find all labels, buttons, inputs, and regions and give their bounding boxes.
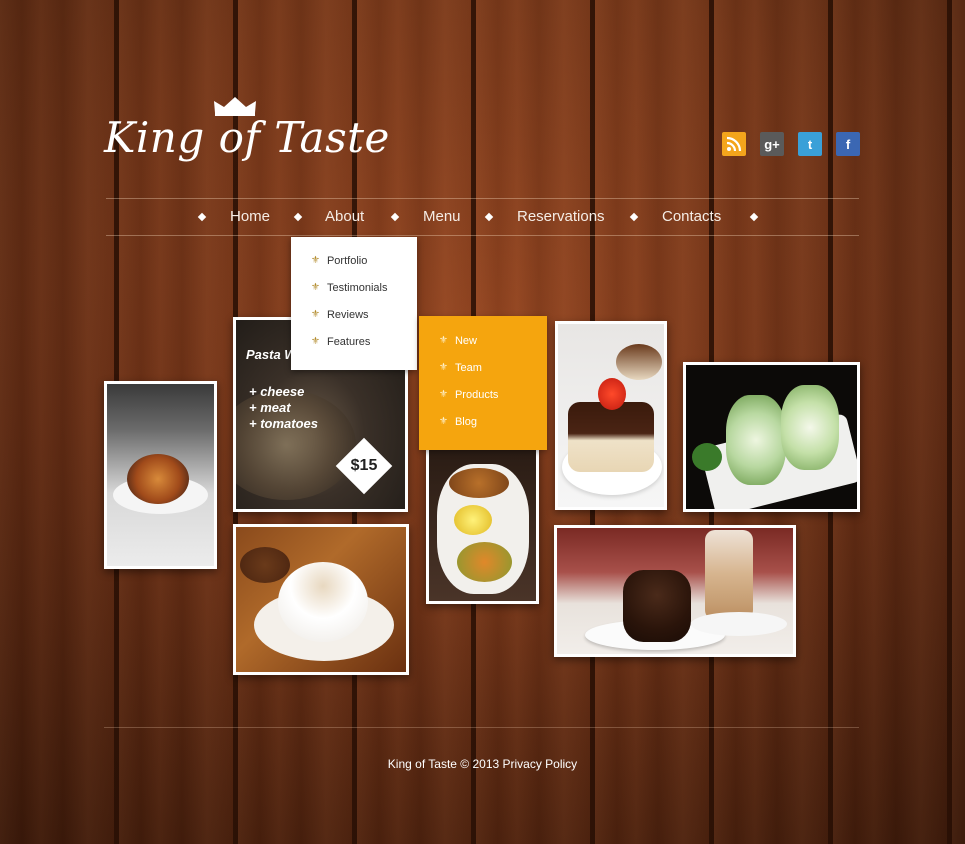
submenu-item-testimonials[interactable]: ⚜ Testimonials bbox=[311, 282, 388, 294]
social-links: g+ t f bbox=[722, 132, 860, 156]
fleur-icon: ⚜ bbox=[439, 335, 448, 346]
submenu-item-label: Team bbox=[454, 362, 482, 374]
logo-text: King of Taste bbox=[104, 113, 390, 162]
fleur-icon: ⚜ bbox=[311, 309, 320, 320]
price-label: $15 bbox=[350, 457, 378, 474]
fleur-icon: ⚜ bbox=[311, 282, 320, 293]
nav-item-about[interactable]: About bbox=[325, 199, 364, 235]
photo-grill-platter[interactable] bbox=[426, 447, 539, 604]
photo-coffee[interactable] bbox=[233, 524, 409, 675]
submenu-item-reviews[interactable]: ⚜ Reviews bbox=[311, 309, 369, 321]
footer-divider bbox=[104, 727, 859, 728]
nav-separator bbox=[390, 212, 400, 222]
nav-separator bbox=[197, 212, 207, 222]
photo-chocolate-muffin[interactable] bbox=[554, 525, 796, 657]
submenu-item-label: Products bbox=[454, 389, 499, 401]
footer-text: King of Taste © 2013 Privacy Policy bbox=[387, 757, 578, 771]
nav-separator bbox=[629, 212, 639, 222]
ingredient-text: + cheese bbox=[249, 384, 305, 399]
rss-icon[interactable] bbox=[722, 132, 746, 156]
submenu-item-team[interactable]: ⚜ Team bbox=[439, 362, 482, 374]
nav-item-menu[interactable]: Menu bbox=[423, 199, 461, 235]
nav-separator bbox=[484, 212, 494, 222]
nav-separator bbox=[749, 212, 759, 222]
ingredient-text: + tomatoes bbox=[249, 416, 318, 431]
submenu-item-blog[interactable]: ⚜ Blog bbox=[439, 416, 477, 428]
menu-submenu: ⚜ New ⚜ Team ⚜ Products ⚜ Blog bbox=[419, 316, 547, 450]
submenu-item-label: Testimonials bbox=[326, 282, 388, 294]
fleur-icon: ⚜ bbox=[439, 389, 448, 400]
submenu-item-products[interactable]: ⚜ Products bbox=[439, 389, 498, 401]
photo-spring-rolls[interactable] bbox=[683, 362, 860, 512]
submenu-item-features[interactable]: ⚜ Features bbox=[311, 336, 370, 348]
submenu-item-label: Features bbox=[326, 336, 371, 348]
photo-dessert[interactable] bbox=[555, 321, 667, 510]
nav-separator bbox=[293, 212, 303, 222]
google-plus-icon[interactable]: g+ bbox=[760, 132, 784, 156]
ingredient-text: + meat bbox=[249, 400, 291, 415]
fleur-icon: ⚜ bbox=[311, 336, 320, 347]
submenu-item-new[interactable]: ⚜ New bbox=[439, 335, 477, 347]
submenu-item-label: Blog bbox=[454, 416, 477, 428]
nav-item-reservations[interactable]: Reservations bbox=[517, 199, 605, 235]
about-submenu: ⚜ Portfolio ⚜ Testimonials ⚜ Reviews ⚜ F… bbox=[291, 237, 417, 370]
submenu-item-label: New bbox=[454, 335, 477, 347]
site-logo[interactable]: King of Taste bbox=[104, 95, 389, 175]
nav-item-home[interactable]: Home bbox=[230, 199, 270, 235]
fleur-icon: ⚜ bbox=[439, 416, 448, 427]
main-nav: Home About Menu Reservations Contacts bbox=[106, 198, 859, 236]
fleur-icon: ⚜ bbox=[439, 362, 448, 373]
photo-seafood[interactable] bbox=[104, 381, 217, 569]
submenu-item-label: Reviews bbox=[326, 309, 369, 321]
fleur-icon: ⚜ bbox=[311, 255, 320, 266]
nav-item-contacts[interactable]: Contacts bbox=[662, 199, 721, 235]
facebook-icon[interactable]: f bbox=[836, 132, 860, 156]
twitter-icon[interactable]: t bbox=[798, 132, 822, 156]
submenu-item-label: Portfolio bbox=[326, 255, 368, 267]
submenu-item-portfolio[interactable]: ⚜ Portfolio bbox=[311, 255, 367, 267]
